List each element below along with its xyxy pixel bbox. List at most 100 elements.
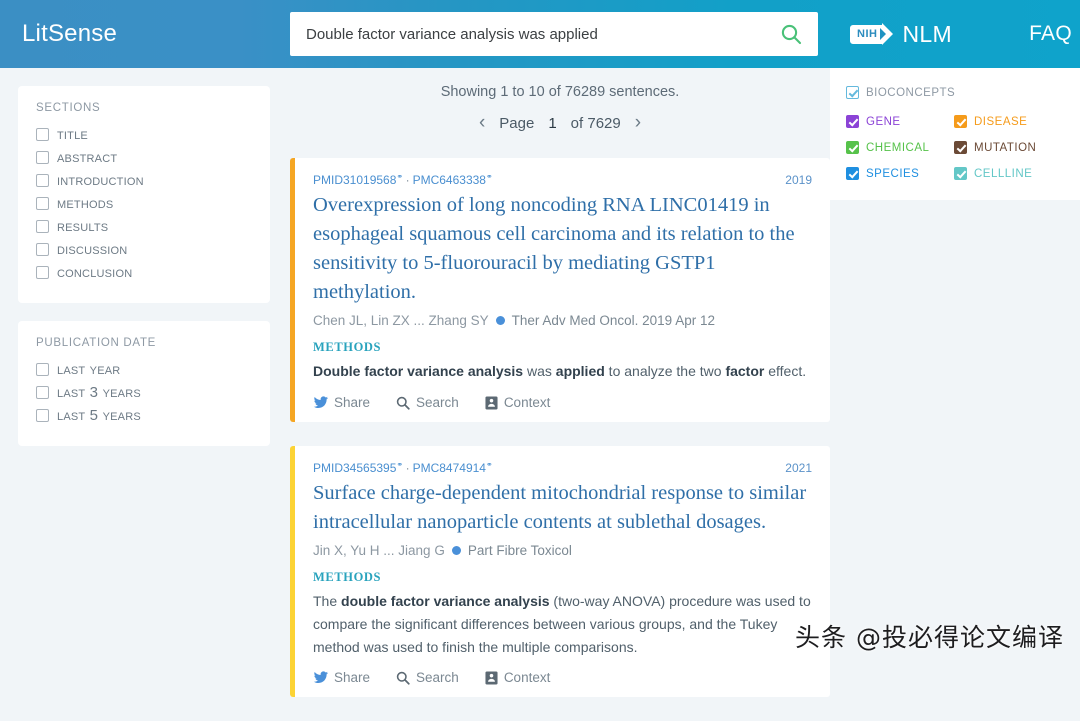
bioconcept-chemical[interactable]: CHEMICAL <box>846 141 954 154</box>
facet-label: Results <box>57 218 108 235</box>
result-authors-line: Jin X, Yu H ... Jiang G Part Fibre Toxic… <box>313 543 812 558</box>
app-header: LitSense NIH NLM FAQ <box>0 0 1080 68</box>
facet-label: Last 3 years <box>57 384 141 401</box>
checkbox-icon[interactable] <box>36 386 49 399</box>
sidebar-item-introduction[interactable]: Introduction <box>36 172 252 189</box>
checkbox-icon[interactable] <box>846 115 859 128</box>
bioconcepts-title: BIOCONCEPTS <box>866 87 955 99</box>
dot-separator-icon <box>452 546 461 555</box>
pmcid-link[interactable]: PMC6463338⚭ <box>413 173 493 187</box>
sidebar-item-methods[interactable]: Methods <box>36 195 252 212</box>
sidebar-item-conclusion[interactable]: Conclusion <box>36 264 252 281</box>
chevron-right-icon[interactable]: › <box>635 112 641 134</box>
right-sidebar: BIOCONCEPTS GENE DISEASE CHEMICAL MUTA <box>830 68 1080 200</box>
current-page-number[interactable]: 1 <box>548 115 556 132</box>
share-button[interactable]: Share <box>313 670 370 685</box>
result-authors-line: Chen JL, Lin ZX ... Zhang SY Ther Adv Me… <box>313 313 812 328</box>
result-title[interactable]: Overexpression of long noncoding RNA LIN… <box>313 191 812 307</box>
facet-label: Discussion <box>57 241 127 258</box>
page-body: SECTIONS Title Abstract Introduction Met… <box>0 68 1080 668</box>
search-similar-button[interactable]: Search <box>396 670 459 685</box>
sidebar-item-title[interactable]: Title <box>36 126 252 143</box>
bioconcept-gene[interactable]: GENE <box>846 115 954 128</box>
result-snippet: Double factor variance analysis was appl… <box>313 360 812 383</box>
bioconcept-cellline[interactable]: CELLLINE <box>954 167 1064 180</box>
sidebar-item-last-year[interactable]: Last year <box>36 361 252 378</box>
date-panel-title: PUBLICATION DATE <box>36 337 252 349</box>
checkbox-icon[interactable] <box>846 167 859 180</box>
chevron-left-icon[interactable]: ‹ <box>479 112 485 134</box>
journal-citation: Part Fibre Toxicol <box>468 543 572 558</box>
search-submit-button[interactable] <box>774 17 808 51</box>
checkbox-icon[interactable] <box>36 409 49 422</box>
author-list: Jin X, Yu H ... Jiang G <box>313 543 445 558</box>
faq-link[interactable]: FAQ <box>1029 22 1072 46</box>
sections-facet-panel: SECTIONS Title Abstract Introduction Met… <box>18 86 270 303</box>
search-icon <box>779 22 803 46</box>
app-logo[interactable]: LitSense <box>22 20 272 48</box>
context-button[interactable]: Context <box>485 395 551 410</box>
checkbox-icon[interactable] <box>36 266 49 279</box>
pmid-link[interactable]: PMID31019568⚭ <box>313 173 403 187</box>
facet-label: Methods <box>57 195 113 212</box>
sidebar-item-last-5-years[interactable]: Last 5 years <box>36 407 252 424</box>
search-similar-button[interactable]: Search <box>396 395 459 410</box>
author-list: Chen JL, Lin ZX ... Zhang SY <box>313 313 489 328</box>
snippet-highlight: factor <box>725 363 764 379</box>
checkbox-icon[interactable] <box>36 128 49 141</box>
total-pages-label: of 7629 <box>571 115 621 132</box>
snippet-highlight: double factor variance analysis <box>341 593 550 609</box>
facet-label: Conclusion <box>57 264 132 281</box>
search-icon <box>396 396 410 410</box>
result-snippet: The double factor variance analysis (two… <box>313 590 812 658</box>
section-label: METHODS <box>313 340 812 355</box>
checkbox-icon[interactable] <box>36 197 49 210</box>
bioconcept-mutation[interactable]: MUTATION <box>954 141 1064 154</box>
checkbox-icon[interactable] <box>36 174 49 187</box>
bioconcept-species[interactable]: SPECIES <box>846 167 954 180</box>
checkbox-icon[interactable] <box>954 167 967 180</box>
book-icon <box>485 396 498 410</box>
twitter-icon <box>313 671 328 684</box>
external-link-icon: ⚭ <box>486 460 492 469</box>
nlm-label: NLM <box>902 21 951 48</box>
result-title[interactable]: Surface charge-dependent mitochondrial r… <box>313 479 812 537</box>
section-label: METHODS <box>313 570 812 585</box>
checkbox-icon[interactable] <box>846 86 859 99</box>
checkbox-icon[interactable] <box>846 141 859 154</box>
context-button[interactable]: Context <box>485 670 551 685</box>
external-link-icon: ⚭ <box>396 460 402 469</box>
bioconcept-label: CHEMICAL <box>866 142 929 154</box>
result-identifiers: PMID34565395⚭·PMC8474914⚭ <box>313 460 492 475</box>
results-column: Showing 1 to 10 of 76289 sentences. ‹ Pa… <box>290 68 830 721</box>
checkbox-icon[interactable] <box>954 115 967 128</box>
search-label: Search <box>416 395 459 410</box>
sidebar-item-results[interactable]: Results <box>36 218 252 235</box>
nih-nlm-link[interactable]: NIH NLM <box>850 21 952 48</box>
result-actions: Share Search Context <box>313 670 812 685</box>
pmcid-link[interactable]: PMC8474914⚭ <box>413 461 493 475</box>
sidebar-item-abstract[interactable]: Abstract <box>36 149 252 166</box>
snippet-text: effect. <box>764 363 806 379</box>
share-button[interactable]: Share <box>313 395 370 410</box>
checkbox-icon[interactable] <box>36 220 49 233</box>
sidebar-item-discussion[interactable]: Discussion <box>36 241 252 258</box>
result-card: PMID34565395⚭·PMC8474914⚭ 2021 Surface c… <box>290 446 830 697</box>
checkbox-icon[interactable] <box>36 243 49 256</box>
checkbox-icon[interactable] <box>954 141 967 154</box>
id-separator: · <box>406 461 410 475</box>
bioconcepts-toggle-all[interactable]: BIOCONCEPTS <box>846 86 1064 99</box>
sidebar-item-last-3-years[interactable]: Last 3 years <box>36 384 252 401</box>
sections-panel-title: SECTIONS <box>36 102 252 114</box>
context-label: Context <box>504 395 551 410</box>
bioconcept-label: MUTATION <box>974 142 1036 154</box>
pmid-link[interactable]: PMID34565395⚭ <box>313 461 403 475</box>
twitter-icon <box>313 396 328 409</box>
search-input[interactable] <box>304 25 774 44</box>
search-bar[interactable] <box>290 12 818 56</box>
bioconcept-disease[interactable]: DISEASE <box>954 115 1064 128</box>
bioconcept-label: DISEASE <box>974 116 1027 128</box>
checkbox-icon[interactable] <box>36 151 49 164</box>
checkbox-icon[interactable] <box>36 363 49 376</box>
publication-year: 2019 <box>785 173 812 187</box>
